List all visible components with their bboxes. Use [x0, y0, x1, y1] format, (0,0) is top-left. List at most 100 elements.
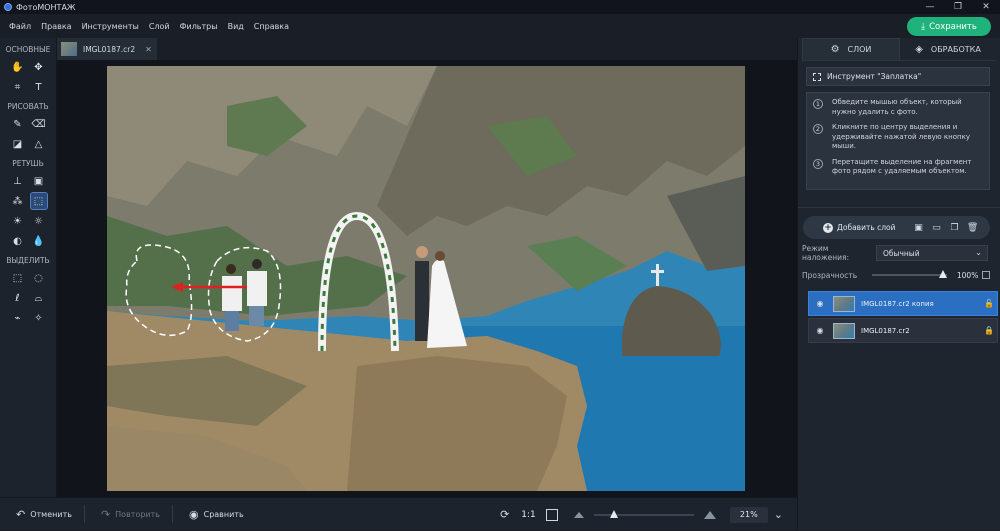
- text-tool[interactable]: T: [31, 79, 47, 95]
- compare-button[interactable]: ◉ Сравнить: [189, 508, 244, 521]
- menu-help[interactable]: Справка: [249, 22, 294, 31]
- eye-icon[interactable]: ◉: [809, 299, 831, 308]
- step-text: Обведите мышью объект, который нужно уда…: [832, 98, 962, 116]
- tool-grid: ⬚ ◌ ℓ ⌓ ⌁ ✧: [0, 270, 56, 326]
- menu-edit[interactable]: Правка: [36, 22, 76, 31]
- tab-processing[interactable]: ◈ ОБРАБОТКА: [900, 38, 996, 60]
- duplicate-icon[interactable]: ❐: [950, 223, 960, 233]
- document-tab[interactable]: IMGL0187.cr2 ✕: [57, 38, 157, 60]
- lasso-tool[interactable]: ℓ: [10, 290, 26, 306]
- menu-filters[interactable]: Фильтры: [175, 22, 223, 31]
- crop-tool[interactable]: ⌗: [10, 79, 26, 95]
- separator: [83, 505, 85, 523]
- tool-section-label: РИСОВАТЬ: [7, 102, 49, 111]
- mask-icon[interactable]: ▣: [914, 223, 924, 233]
- magic-wand-tool[interactable]: ✧: [31, 310, 47, 326]
- clone-tool[interactable]: ⁂: [10, 193, 26, 209]
- exposure-tool[interactable]: ☼: [31, 213, 47, 229]
- tool-instructions: 1 Обведите мышью объект, который нужно у…: [806, 92, 990, 190]
- zoom-in-icon[interactable]: [703, 510, 716, 519]
- tool-section-label: ОСНОВНЫЕ: [5, 45, 51, 54]
- photo-canvas[interactable]: [107, 66, 745, 491]
- tool-grid: ⊥ ▣ ⁂ ⬚ ☀ ☼ ◐ 💧: [0, 173, 56, 249]
- redo-label: Повторить: [115, 509, 160, 519]
- opacity-value[interactable]: 100%: [957, 271, 978, 280]
- tool-grid: ✎ ⌫ ◪ △: [0, 116, 56, 152]
- bottom-bar: ↶ Отменить ↷ Повторить ◉ Сравнить ⟳ 1:1 …: [0, 497, 797, 530]
- menu-layer[interactable]: Слой: [144, 22, 175, 31]
- poly-lasso-tool[interactable]: ⌓: [31, 290, 47, 306]
- layers-icon: ◈: [915, 43, 923, 55]
- app-logo-icon: [4, 3, 12, 11]
- rect-select-tool[interactable]: ⬚: [10, 270, 26, 286]
- step-text: Кликните по центру выделения и удерживай…: [832, 123, 970, 150]
- zoom-slider-knob[interactable]: [609, 509, 618, 518]
- instruction-step: 1 Обведите мышью объект, который нужно у…: [813, 98, 983, 117]
- undo-button[interactable]: ↶ Отменить: [16, 508, 72, 521]
- zoom-controls: ⟳ 1:1 21% ⌄: [494, 498, 789, 531]
- trash-icon[interactable]: 🗑: [967, 223, 978, 233]
- maximize-button[interactable]: ❐: [944, 0, 972, 14]
- blend-mode-select[interactable]: Обычный ⌄: [876, 245, 988, 261]
- zoom-out-icon[interactable]: [573, 511, 584, 518]
- title-bar: ФотоМОНТАЖ — ❐ ✕: [0, 0, 1000, 14]
- tab-layers[interactable]: ⚙ СЛОИ: [802, 38, 900, 60]
- opacity-row: Прозрачность 100%: [802, 267, 990, 283]
- eye-icon[interactable]: ◉: [809, 326, 831, 335]
- download-icon: ⤓: [921, 21, 926, 32]
- minimize-button[interactable]: —: [916, 0, 944, 14]
- zoom-slider[interactable]: [593, 509, 694, 518]
- close-window-button[interactable]: ✕: [972, 0, 1000, 14]
- divider: [798, 207, 1000, 208]
- opacity-slider-knob[interactable]: [938, 270, 947, 278]
- ellipse-select-tool[interactable]: ◌: [31, 270, 47, 286]
- lock-icon[interactable]: 🔒: [981, 326, 997, 335]
- eye-icon: ◉: [189, 507, 199, 521]
- redo-button[interactable]: ↷ Повторить: [101, 508, 160, 521]
- layer-row[interactable]: ◉ IMGL0187.cr2 копия 🔓: [808, 291, 998, 316]
- compare-label: Сравнить: [203, 509, 244, 519]
- instruction-step: 2 Кликните по центру выделения и удержив…: [813, 123, 983, 152]
- redo-icon: ↷: [100, 507, 111, 521]
- hand-tool[interactable]: ✋: [10, 59, 26, 75]
- tool-grid: ✋ ✥ ⌗ T: [0, 59, 56, 95]
- blend-mode-value: Обычный: [883, 248, 920, 258]
- layer-name: IMGL0187.cr2: [861, 326, 910, 335]
- rotate-icon[interactable]: ⟳: [500, 508, 509, 521]
- layer-name: IMGL0187.cr2 копия: [861, 299, 934, 308]
- opacity-box-icon: [982, 271, 990, 279]
- eraser-tool[interactable]: ⌫: [31, 116, 47, 132]
- opacity-slider[interactable]: [871, 270, 947, 278]
- brightness-tool[interactable]: ☀: [10, 213, 26, 229]
- blur-tool[interactable]: ◐: [10, 233, 26, 249]
- sharpen-tool[interactable]: 💧: [31, 233, 47, 249]
- brush-tool[interactable]: ✎: [10, 116, 26, 132]
- zoom-dropdown-icon[interactable]: ⌄: [774, 508, 783, 521]
- layer-thumbnail: [833, 295, 855, 312]
- quick-select-tool[interactable]: ⌁: [10, 310, 26, 326]
- undo-label: Отменить: [30, 509, 72, 519]
- unlock-icon[interactable]: 🔓: [981, 299, 997, 308]
- document-tab-name: IMGL0187.cr2: [83, 44, 136, 54]
- separator: [172, 505, 173, 523]
- add-layer-label: Добавить слой: [837, 223, 896, 232]
- add-layer-button[interactable]: + Добавить слой: [823, 222, 896, 233]
- menu-view[interactable]: Вид: [223, 22, 249, 31]
- save-button[interactable]: ⤓ Сохранить: [907, 17, 991, 36]
- folder-icon[interactable]: ▭: [932, 223, 942, 233]
- patch-tool[interactable]: ⬚: [29, 192, 48, 210]
- menu-tools[interactable]: Инструменты: [77, 22, 144, 31]
- layer-row[interactable]: ◉ IMGL0187.cr2 🔒: [808, 318, 998, 343]
- chevron-down-icon: ⌄: [975, 248, 982, 257]
- healing-tool[interactable]: ▣: [31, 173, 47, 189]
- fill-tool[interactable]: ◪: [10, 136, 26, 152]
- window-controls: — ❐ ✕: [916, 0, 1000, 14]
- stamp-tool[interactable]: ⊥: [10, 173, 26, 189]
- zoom-value[interactable]: 21%: [729, 506, 768, 523]
- move-tool[interactable]: ✥: [31, 59, 47, 75]
- menu-file[interactable]: Файл: [4, 22, 36, 31]
- shapes-tool[interactable]: △: [31, 136, 47, 152]
- actual-size-button[interactable]: 1:1: [521, 510, 535, 520]
- close-tab-icon[interactable]: ✕: [145, 45, 152, 54]
- fit-to-screen-icon[interactable]: [545, 508, 558, 521]
